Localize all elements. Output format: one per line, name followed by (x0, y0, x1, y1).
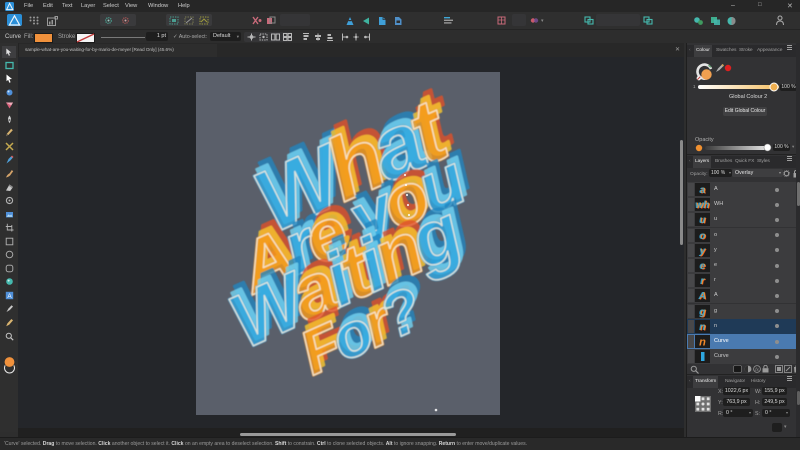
svg-text:n: n (699, 337, 706, 349)
svg-text:A: A (7, 293, 12, 300)
svg-text:a: a (699, 185, 705, 196)
svg-text:o: o (699, 231, 705, 242)
svg-text:g: g (698, 307, 705, 318)
svg-text:e: e (699, 261, 705, 272)
svg-text:u: u (699, 215, 705, 226)
svg-text:fx: fx (755, 367, 759, 372)
svg-text:A: A (697, 291, 705, 302)
svg-text:n: n (699, 322, 705, 333)
svg-text:wh: wh (695, 200, 709, 211)
svg-text:y: y (698, 246, 705, 257)
